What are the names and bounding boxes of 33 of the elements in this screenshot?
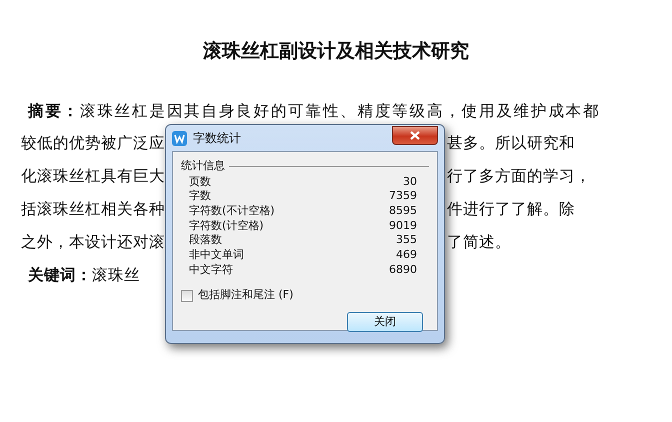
stat-value: 8595 (389, 204, 417, 219)
paragraph-line: 关键词：滚珠丝 (26, 264, 140, 286)
paragraph-line: 括滚珠丝杠相关各种 (20, 198, 165, 220)
stat-value: 30 (403, 174, 417, 190)
close-button[interactable]: 关闭 (347, 312, 423, 332)
paragraph-line: 甚多。所以研究和 (447, 132, 576, 154)
stat-label: 字符数(不计空格) (189, 204, 275, 219)
stat-value: 7359 (389, 189, 417, 204)
stat-label: 中文字符 (189, 262, 233, 278)
app-icon (172, 130, 187, 146)
paragraph-line: 了简述。 (447, 232, 512, 253)
stat-value: 6890 (389, 262, 417, 278)
paragraph-line: 摘要：滚珠丝杠是因其自身良好的可靠性、精度等级高，使用及维护成本都 (26, 100, 600, 122)
close-icon (410, 130, 420, 140)
stat-value: 355 (396, 233, 417, 248)
paragraph-line: 行了多方面的学习， (447, 166, 592, 187)
paragraph-line: 之外，本设计还对滚 (20, 232, 165, 253)
stat-value: 9019 (389, 218, 417, 234)
paragraph-line: 化滚珠丝杠具有巨大 (20, 166, 165, 187)
window-title: 字数统计 (193, 130, 241, 147)
stat-label: 非中文单词 (189, 248, 244, 263)
stat-label: 页数 (189, 174, 211, 190)
document-title: 滚珠丝杠副设计及相关技术研究 (202, 39, 470, 64)
stat-label: 字符数(计空格) (189, 218, 264, 234)
paragraph-line: 件进行了了解。除 (447, 198, 576, 220)
stat-label: 字数 (189, 189, 211, 204)
group-label: 统计信息 (181, 158, 225, 174)
close-button[interactable] (392, 126, 438, 144)
paragraph-line: 较低的优势被广泛应 (20, 132, 165, 154)
stat-label: 段落数 (189, 233, 222, 248)
stat-value: 469 (396, 248, 417, 263)
checkbox[interactable] (181, 290, 193, 302)
checkbox-label: 包括脚注和尾注 (F) (198, 287, 294, 304)
